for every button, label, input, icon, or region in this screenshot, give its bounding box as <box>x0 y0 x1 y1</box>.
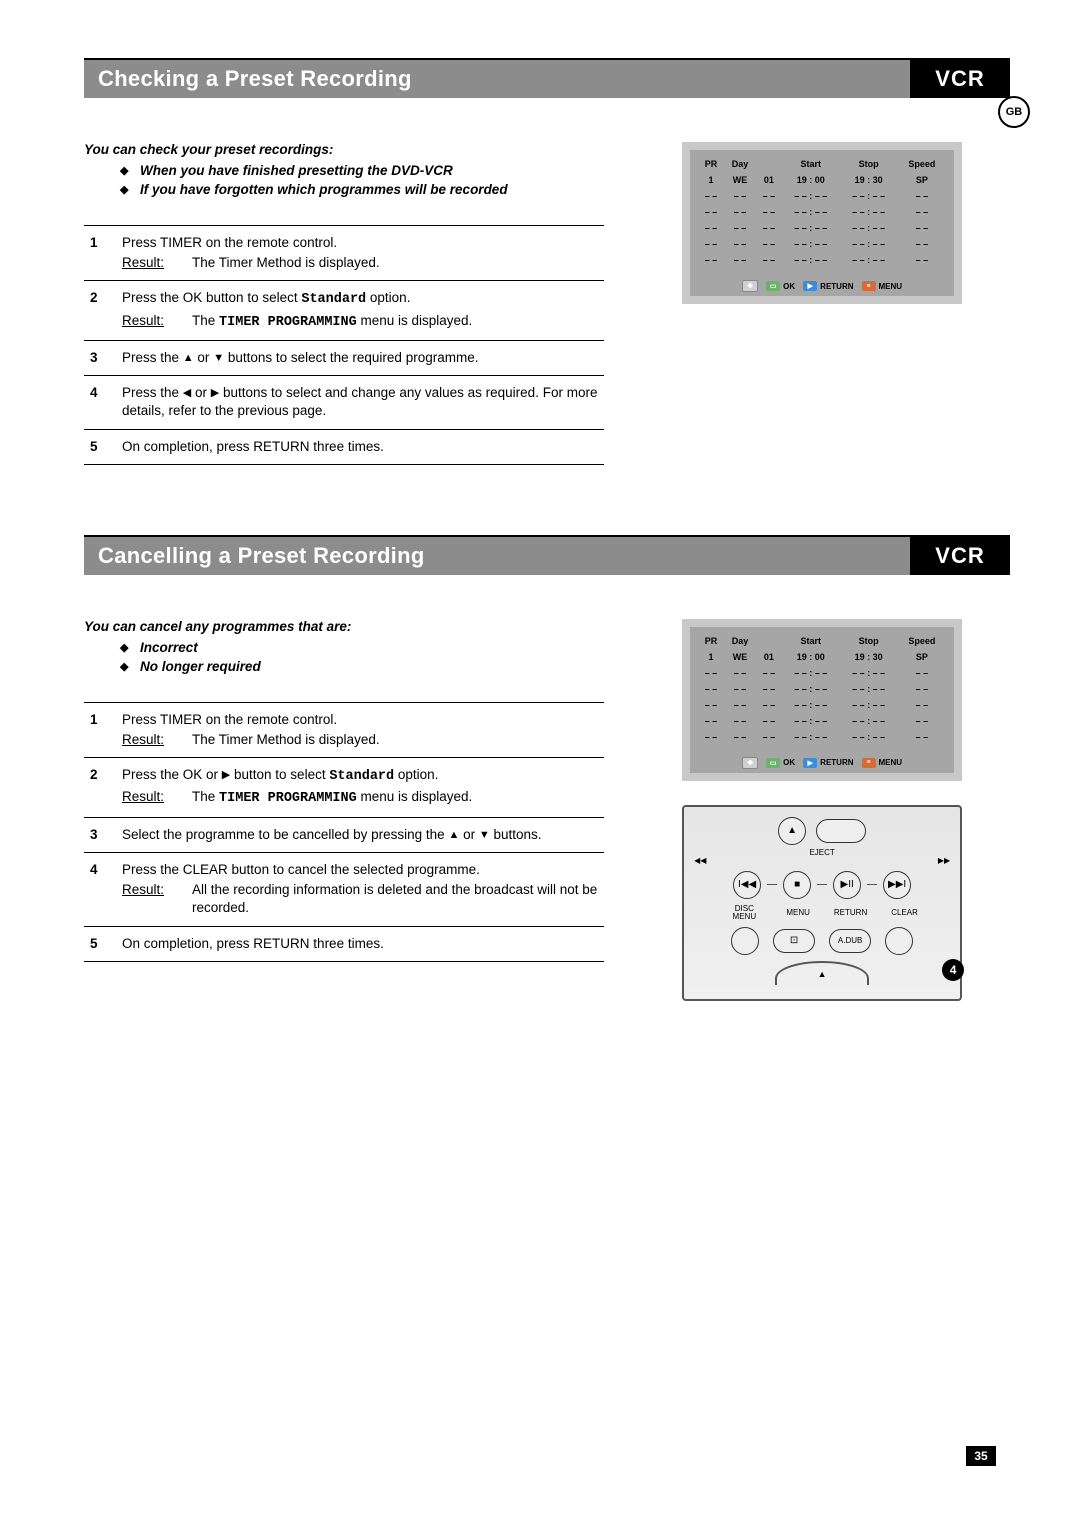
display-button[interactable]: ⊡ <box>773 929 815 953</box>
disc-menu-label: DISC MENU <box>726 905 762 921</box>
osd-table-1: PRDayStartStopSpeed1WE0119 : 0019 : 30SP… <box>698 156 946 268</box>
bullet-item: No longer required <box>120 659 604 674</box>
bullet-item: When you have finished presetting the DV… <box>120 163 604 178</box>
ok-icon: ▭ <box>766 281 780 291</box>
return-icon: ▶ <box>803 281 817 291</box>
play-button[interactable]: ▶II <box>833 871 861 899</box>
step-item: On completion, press RETURN three times. <box>84 927 604 962</box>
language-badge: GB <box>998 96 1030 128</box>
adub-button[interactable]: A.DUB <box>829 929 871 953</box>
bullet-item: Incorrect <box>120 640 604 655</box>
osd-table-2: PRDayStartStopSpeed1WE0119 : 0019 : 30SP… <box>698 633 946 745</box>
right-column: PRDayStartStopSpeed1WE0119 : 0019 : 30SP… <box>634 142 1010 465</box>
move-icon: ✥ <box>742 280 758 292</box>
move-icon: ✥ <box>742 757 758 769</box>
step-item: Press TIMER on the remote control.Result… <box>84 225 604 281</box>
title-bar: Checking a Preset Recording VCR <box>84 58 1010 98</box>
step-item: Press the ◀ or ▶ buttons to select and c… <box>84 376 604 429</box>
menu-icon: ≡ <box>862 281 876 291</box>
intro-text: You can check your preset recordings: <box>84 142 604 157</box>
intro-text: You can cancel any programmes that are: <box>84 619 604 634</box>
ok-icon: ▭ <box>766 758 780 768</box>
vcr-badge: VCR <box>910 60 1010 98</box>
remote-diagram: ▲ EJECT ◀◀ ▶▶ I◀◀ ■ ▶II <box>682 805 962 1001</box>
clear-button[interactable] <box>885 927 913 955</box>
title-bar: Cancelling a Preset Recording VCR <box>84 535 1010 575</box>
stop-button[interactable]: ■ <box>783 871 811 899</box>
intro-bullets: When you have finished presetting the DV… <box>120 163 604 197</box>
menu-label: MENU <box>786 909 810 917</box>
section-cancelling: Cancelling a Preset Recording VCR You ca… <box>84 535 1010 1001</box>
section-checking: Checking a Preset Recording VCR You can … <box>84 58 1010 465</box>
intro-bullets-2: Incorrect No longer required <box>120 640 604 674</box>
top-pill-button[interactable] <box>816 819 866 843</box>
step-item: On completion, press RETURN three times. <box>84 430 604 465</box>
step-item: Press the OK or ▶ button to select Stand… <box>84 758 604 817</box>
bullet-item: If you have forgotten which programmes w… <box>120 182 604 197</box>
step-list-2: Press TIMER on the remote control.Result… <box>84 702 604 962</box>
page-number: 35 <box>966 1446 996 1466</box>
osd-screenshot-1: PRDayStartStopSpeed1WE0119 : 0019 : 30SP… <box>682 142 962 304</box>
right-column: PRDayStartStopSpeed1WE0119 : 0019 : 30SP… <box>634 619 1010 1001</box>
ff-label: ▶▶ <box>938 857 950 865</box>
step-list-1: Press TIMER on the remote control.Result… <box>84 225 604 465</box>
next-button[interactable]: ▶▶I <box>883 871 911 899</box>
clear-label: CLEAR <box>891 909 918 917</box>
rew-label: ◀◀ <box>694 857 706 865</box>
step-callout: 4 <box>942 959 964 981</box>
return-label: RETURN <box>834 909 867 917</box>
step-item: Press the OK button to select Standard o… <box>84 281 604 340</box>
osd-screenshot-2: PRDayStartStopSpeed1WE0119 : 0019 : 30SP… <box>682 619 962 781</box>
prev-button[interactable]: I◀◀ <box>733 871 761 899</box>
eject-button[interactable]: ▲ <box>778 817 806 845</box>
disc-menu-button[interactable] <box>731 927 759 955</box>
section-title: Cancelling a Preset Recording <box>84 537 910 575</box>
left-column: You can cancel any programmes that are: … <box>84 619 604 1001</box>
menu-icon: ≡ <box>862 758 876 768</box>
left-column: You can check your preset recordings: Wh… <box>84 142 604 465</box>
step-item: Press TIMER on the remote control.Result… <box>84 702 604 758</box>
osd-footer-2: ✥ ▭OK ▶RETURN ≡MENU <box>690 749 954 773</box>
step-item: Press the CLEAR button to cancel the sel… <box>84 853 604 927</box>
step-item: Select the programme to be cancelled by … <box>84 818 604 853</box>
return-icon: ▶ <box>803 758 817 768</box>
section-title: Checking a Preset Recording <box>84 60 910 98</box>
osd-footer-1: ✥ ▭OK ▶RETURN ≡MENU <box>690 272 954 296</box>
jog-dial[interactable]: ▲ <box>775 961 869 985</box>
eject-label: EJECT <box>694 848 950 857</box>
step-item: Press the ▲ or ▼ buttons to select the r… <box>84 341 604 376</box>
vcr-badge: VCR <box>910 537 1010 575</box>
